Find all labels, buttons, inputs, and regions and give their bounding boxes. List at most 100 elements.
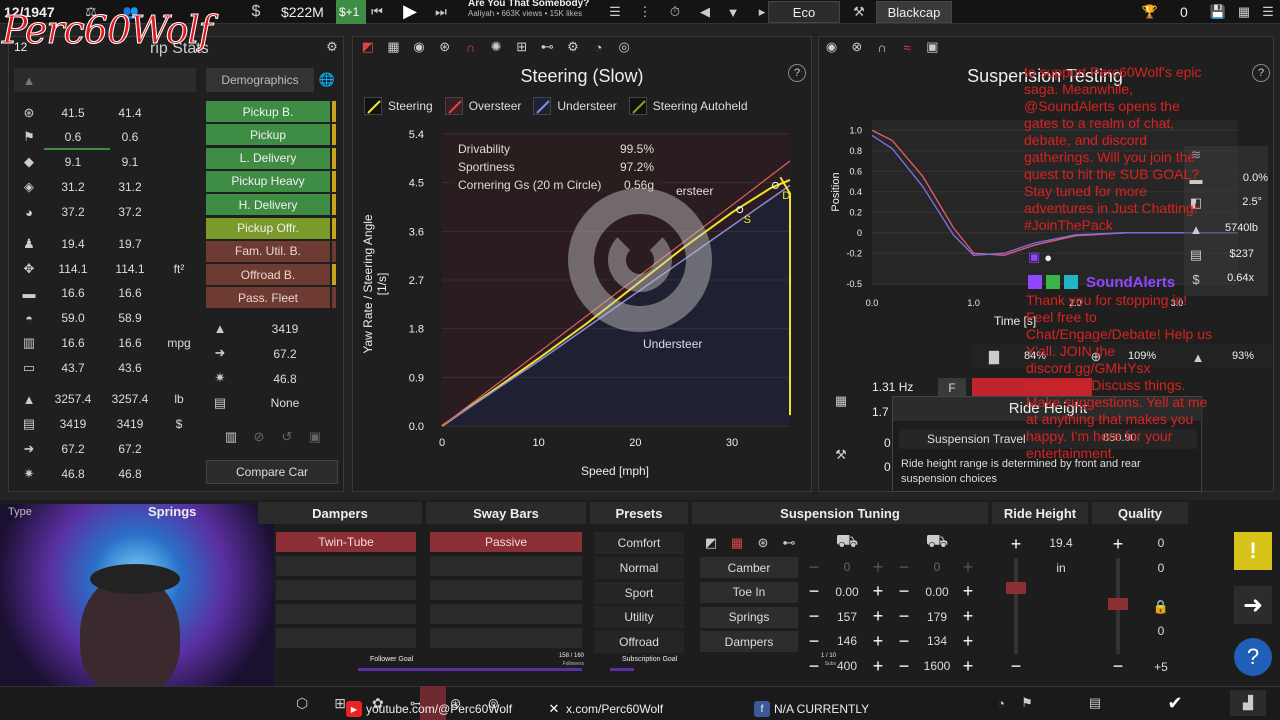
rear-minus[interactable]: −: [894, 631, 914, 651]
preset-option[interactable]: Comfort: [594, 532, 684, 554]
preset-engine-icon[interactable]: ▦: [728, 534, 746, 552]
ride-height-slider-handle[interactable]: [1006, 582, 1026, 594]
front-minus[interactable]: −: [804, 606, 824, 627]
rear-minus[interactable]: −: [894, 606, 914, 627]
demographic-item[interactable]: Pass. Fleet: [206, 287, 330, 309]
globe-icon[interactable]: 🌐: [316, 70, 338, 90]
notes-icon[interactable]: ▤: [1084, 692, 1106, 714]
sway-bar-option[interactable]: [430, 604, 582, 624]
sway-bar-option[interactable]: [430, 580, 582, 600]
legend-autoheld[interactable]: Steering Autoheld: [628, 97, 748, 115]
arch-icon[interactable]: ∩: [461, 38, 481, 56]
preset-option[interactable]: Offroad: [594, 631, 684, 654]
warning-button[interactable]: !: [1234, 532, 1272, 570]
preset-axle-icon[interactable]: ⊷: [780, 534, 798, 552]
front-minus[interactable]: −: [804, 581, 824, 602]
wave-icon[interactable]: ≈: [898, 38, 917, 56]
menu-icon[interactable]: ☰: [1258, 2, 1278, 22]
eye-icon[interactable]: ◉: [409, 38, 429, 56]
quality-plus[interactable]: +: [1108, 534, 1128, 554]
engine-icon[interactable]: ▦: [384, 38, 404, 56]
chart-icon[interactable]: ◩: [358, 38, 378, 56]
front-plus[interactable]: +: [868, 581, 888, 602]
undo-icon[interactable]: ↺: [278, 428, 296, 446]
trophy-icon[interactable]: 🏆: [1140, 2, 1160, 22]
arrow-left-icon[interactable]: ◀: [696, 2, 714, 22]
damper-option[interactable]: [276, 556, 416, 576]
demographic-item[interactable]: Pickup B.: [206, 101, 330, 122]
front-plus[interactable]: +: [868, 606, 888, 627]
legend-understeer[interactable]: Understeer: [533, 97, 617, 115]
rear-minus[interactable]: −: [894, 581, 914, 602]
eco-button[interactable]: Eco: [768, 1, 840, 23]
demographic-item[interactable]: Fam. Util. B.: [206, 240, 330, 262]
demographic-item[interactable]: Offroad B.: [206, 264, 330, 286]
arrow-right-icon[interactable]: ▸: [757, 2, 767, 22]
front-plus[interactable]: +: [868, 631, 888, 651]
cog-icon[interactable]: ⚙: [563, 38, 583, 56]
confirm-icon[interactable]: ✔: [1164, 692, 1186, 714]
car-icon[interactable]: ▣: [923, 38, 942, 56]
flag-icon[interactable]: ⚑: [1016, 692, 1038, 714]
demographic-item[interactable]: Pickup Heavy: [206, 170, 330, 192]
axle-icon[interactable]: ⊷: [537, 38, 557, 56]
help-button[interactable]: ?: [1234, 638, 1272, 676]
rear-plus[interactable]: +: [958, 557, 978, 577]
quality-minus[interactable]: −: [1108, 656, 1128, 676]
list-icon[interactable]: ☰: [606, 2, 624, 22]
gauge-icon[interactable]: ◔: [589, 38, 609, 56]
tire-icon[interactable]: ◎: [614, 38, 634, 56]
brake-icon[interactable]: ✺: [486, 38, 506, 56]
next-arrow-button[interactable]: ➜: [1234, 586, 1272, 624]
previous-icon[interactable]: ⏮: [368, 2, 386, 22]
sway-bar-option[interactable]: [430, 628, 582, 648]
drivetrain-icon[interactable]: ⊞: [512, 38, 532, 56]
next-icon[interactable]: ⏭: [432, 2, 450, 22]
front-toggle[interactable]: F: [938, 378, 966, 398]
damper-option[interactable]: [276, 628, 416, 648]
demographics-tab[interactable]: Demographics: [206, 68, 314, 92]
legend-oversteer[interactable]: Oversteer: [444, 97, 521, 115]
demographic-item[interactable]: L. Delivery: [206, 147, 330, 169]
calendar-icon[interactable]: ▦: [1234, 2, 1254, 22]
ride-height-slider-track[interactable]: [1014, 558, 1018, 654]
rear-plus[interactable]: +: [958, 606, 978, 627]
tools-icon[interactable]: ⚒: [848, 2, 870, 22]
car-tab-icon[interactable]: ▲: [18, 70, 40, 90]
help-icon[interactable]: ?: [788, 64, 806, 82]
cross-icon[interactable]: ⊗: [847, 38, 866, 56]
gauge-bottom-icon[interactable]: ◔: [990, 692, 1012, 714]
block-icon[interactable]: ⊘: [250, 428, 268, 446]
preset-wheel-icon[interactable]: ⊛: [754, 534, 772, 552]
copy-icon[interactable]: ▥: [222, 428, 240, 446]
ride-height-minus[interactable]: −: [1006, 656, 1026, 676]
front-minus[interactable]: −: [804, 656, 824, 676]
rear-plus[interactable]: +: [958, 656, 978, 676]
save-icon[interactable]: 💾: [1208, 2, 1228, 22]
blackcap-button[interactable]: Blackcap: [876, 1, 952, 23]
suspension-help-icon[interactable]: ?: [1252, 64, 1270, 82]
paste-icon[interactable]: ▣: [306, 428, 324, 446]
compare-car-button[interactable]: Compare Car: [206, 460, 338, 484]
preset-option[interactable]: Normal: [594, 556, 684, 579]
damper-selected[interactable]: Twin-Tube: [276, 532, 416, 552]
damper-option[interactable]: [276, 604, 416, 624]
chart-toggle-icon[interactable]: ▟: [1230, 690, 1266, 716]
front-minus[interactable]: −: [804, 631, 824, 651]
demographic-item[interactable]: H. Delivery: [206, 194, 330, 216]
demographic-item[interactable]: Pickup: [206, 124, 330, 146]
front-plus[interactable]: +: [868, 557, 888, 577]
rear-plus[interactable]: +: [958, 581, 978, 602]
front-plus[interactable]: +: [868, 656, 888, 676]
rear-plus[interactable]: +: [958, 631, 978, 651]
ride-height-plus[interactable]: +: [1006, 534, 1026, 554]
tool-icon-1[interactable]: ⬡: [296, 695, 308, 712]
rear-minus[interactable]: −: [894, 557, 914, 577]
preset-option[interactable]: Utility: [594, 606, 684, 629]
sway-bar-selected[interactable]: Passive: [430, 532, 582, 552]
steering-wheel-icon[interactable]: ⊛: [435, 38, 455, 56]
legend-steering[interactable]: Steering: [364, 97, 433, 115]
tire-tool-icon[interactable]: ◉: [822, 38, 841, 56]
chevron-down-icon[interactable]: ▼: [724, 2, 742, 22]
lock-icon[interactable]: 🔒: [1152, 598, 1170, 616]
